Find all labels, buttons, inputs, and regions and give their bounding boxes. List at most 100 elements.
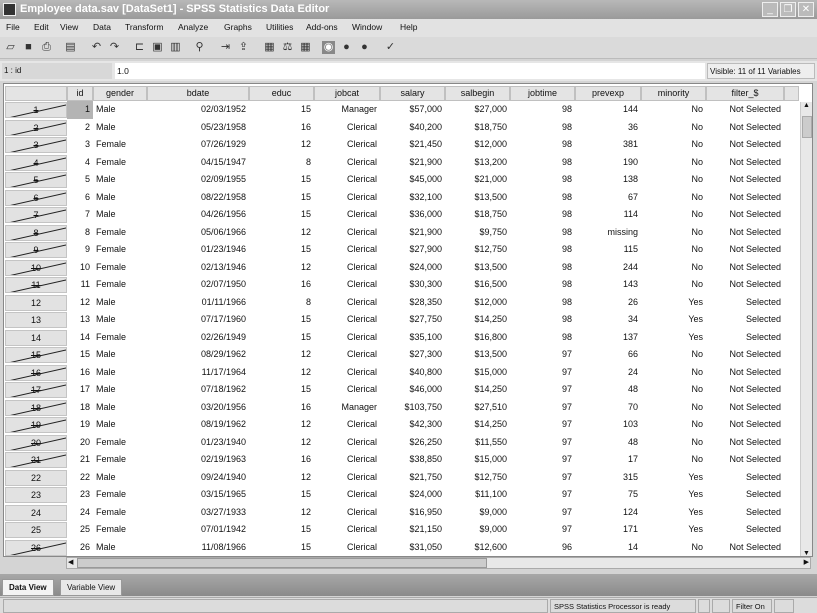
cell-minority[interactable]: Yes bbox=[641, 294, 706, 312]
cell-bdate[interactable]: 07/18/1962 bbox=[147, 381, 249, 399]
cell-filter[interactable]: Selected bbox=[706, 504, 784, 522]
weight-cases-icon[interactable]: ⚖ bbox=[281, 41, 294, 54]
use-sets-icon[interactable]: ● bbox=[340, 41, 353, 54]
row-header[interactable]: 16 bbox=[5, 364, 67, 381]
vertical-scroll-thumb[interactable] bbox=[802, 116, 812, 138]
cell-jobcat[interactable]: Clerical bbox=[314, 486, 380, 504]
cell-jobtime[interactable]: 98 bbox=[510, 101, 575, 119]
cell-id[interactable]: 1 bbox=[67, 101, 93, 119]
cell-bdate[interactable]: 02/13/1946 bbox=[147, 259, 249, 277]
cell-educ[interactable]: 12 bbox=[249, 224, 314, 242]
cell-filter[interactable]: Not Selected bbox=[706, 346, 784, 364]
column-header-filter[interactable]: filter_$ bbox=[706, 86, 784, 101]
undo-icon[interactable]: ↶ bbox=[90, 41, 103, 54]
column-header-jobcat[interactable]: jobcat bbox=[314, 86, 380, 101]
menu-view[interactable]: View bbox=[60, 22, 78, 32]
cell-filter[interactable]: Not Selected bbox=[706, 154, 784, 172]
cell-bdate[interactable]: 02/07/1950 bbox=[147, 276, 249, 294]
cell-minority[interactable]: No bbox=[641, 136, 706, 154]
horizontal-scrollbar[interactable]: ◀ ▶ bbox=[66, 557, 811, 569]
cell-jobtime[interactable]: 97 bbox=[510, 399, 575, 417]
dialog-recall-icon[interactable]: ▤ bbox=[64, 41, 77, 54]
cell-prevexp[interactable]: 70 bbox=[575, 399, 641, 417]
cell-prevexp[interactable]: 115 bbox=[575, 241, 641, 259]
vertical-scrollbar[interactable]: ▲ ▼ bbox=[800, 102, 812, 556]
cell-filter[interactable]: Not Selected bbox=[706, 224, 784, 242]
cell-gender[interactable]: Male bbox=[93, 364, 147, 382]
cell-gender[interactable]: Female bbox=[93, 224, 147, 242]
cell-gender[interactable]: Male bbox=[93, 381, 147, 399]
cell-salary[interactable]: $35,100 bbox=[380, 329, 445, 347]
column-header-bdate[interactable]: bdate bbox=[147, 86, 249, 101]
cell-educ[interactable]: 12 bbox=[249, 434, 314, 452]
cell-jobtime[interactable]: 98 bbox=[510, 259, 575, 277]
cell-salbegin[interactable]: $12,000 bbox=[445, 136, 510, 154]
cell-educ[interactable]: 15 bbox=[249, 206, 314, 224]
cell-jobtime[interactable]: 97 bbox=[510, 469, 575, 487]
cell-id[interactable]: 18 bbox=[67, 399, 93, 417]
cell-minority[interactable]: No bbox=[641, 451, 706, 469]
cell-filter[interactable]: Not Selected bbox=[706, 241, 784, 259]
cell-prevexp[interactable]: 17 bbox=[575, 451, 641, 469]
cell-filter[interactable]: Not Selected bbox=[706, 206, 784, 224]
cell-jobcat[interactable]: Manager bbox=[314, 399, 380, 417]
cell-gender[interactable]: Female bbox=[93, 136, 147, 154]
cell-jobtime[interactable]: 98 bbox=[510, 136, 575, 154]
cell-prevexp[interactable]: 124 bbox=[575, 504, 641, 522]
cell-salbegin[interactable]: $14,250 bbox=[445, 381, 510, 399]
cell-gender[interactable]: Female bbox=[93, 329, 147, 347]
cell-bdate[interactable]: 03/27/1933 bbox=[147, 504, 249, 522]
cell-filter[interactable]: Not Selected bbox=[706, 101, 784, 119]
variables-icon[interactable]: ▥ bbox=[169, 41, 182, 54]
column-header-jobtime[interactable]: jobtime bbox=[510, 86, 575, 101]
row-header[interactable]: 1 bbox=[5, 102, 67, 118]
cell-salary[interactable]: $40,200 bbox=[380, 119, 445, 137]
cell-gender[interactable]: Male bbox=[93, 171, 147, 189]
row-header[interactable]: 18 bbox=[5, 399, 67, 416]
cell-jobcat[interactable]: Clerical bbox=[314, 504, 380, 522]
row-header[interactable]: 10 bbox=[5, 259, 67, 276]
cell-jobtime[interactable]: 97 bbox=[510, 451, 575, 469]
cell-educ[interactable]: 15 bbox=[249, 486, 314, 504]
goto-variable-icon[interactable]: ▣ bbox=[151, 41, 164, 54]
insert-cases-icon[interactable]: ⇥ bbox=[219, 41, 232, 54]
cell-salary[interactable]: $24,000 bbox=[380, 259, 445, 277]
cell-gender[interactable]: Male bbox=[93, 469, 147, 487]
cell-bdate[interactable]: 05/06/1966 bbox=[147, 224, 249, 242]
cell-bdate[interactable]: 05/23/1958 bbox=[147, 119, 249, 137]
cell-id[interactable]: 21 bbox=[67, 451, 93, 469]
cell-bdate[interactable]: 08/22/1958 bbox=[147, 189, 249, 207]
cell-filter[interactable]: Not Selected bbox=[706, 399, 784, 417]
cell-educ[interactable]: 12 bbox=[249, 469, 314, 487]
cell-id[interactable]: 24 bbox=[67, 504, 93, 522]
cell-minority[interactable]: No bbox=[641, 276, 706, 294]
cell-jobcat[interactable]: Clerical bbox=[314, 294, 380, 312]
cell-salbegin[interactable]: $9,750 bbox=[445, 224, 510, 242]
cell-jobtime[interactable]: 98 bbox=[510, 119, 575, 137]
cell-id[interactable]: 10 bbox=[67, 259, 93, 277]
cell-salbegin[interactable]: $12,750 bbox=[445, 241, 510, 259]
row-header[interactable]: 13 bbox=[5, 312, 67, 329]
cell-minority[interactable]: Yes bbox=[641, 469, 706, 487]
cell-filter[interactable]: Not Selected bbox=[706, 381, 784, 399]
cell-gender[interactable]: Female bbox=[93, 504, 147, 522]
cell-jobtime[interactable]: 97 bbox=[510, 381, 575, 399]
cell-jobcat[interactable]: Clerical bbox=[314, 241, 380, 259]
row-header[interactable]: 5 bbox=[5, 172, 67, 189]
cell-jobcat[interactable]: Clerical bbox=[314, 416, 380, 434]
cell-id[interactable]: 2 bbox=[67, 119, 93, 137]
cell-jobtime[interactable]: 98 bbox=[510, 224, 575, 242]
cell-minority[interactable]: No bbox=[641, 399, 706, 417]
cell-jobcat[interactable]: Clerical bbox=[314, 539, 380, 556]
row-header[interactable]: 20 bbox=[5, 434, 67, 451]
cell-salary[interactable]: $32,100 bbox=[380, 189, 445, 207]
cell-salary[interactable]: $46,000 bbox=[380, 381, 445, 399]
cell-salary[interactable]: $21,900 bbox=[380, 224, 445, 242]
cell-jobcat[interactable]: Clerical bbox=[314, 136, 380, 154]
cell-jobtime[interactable]: 98 bbox=[510, 311, 575, 329]
cell-salary[interactable]: $21,450 bbox=[380, 136, 445, 154]
cell-prevexp[interactable]: missing bbox=[575, 224, 641, 242]
cell-gender[interactable]: Male bbox=[93, 294, 147, 312]
cell-gender[interactable]: Female bbox=[93, 276, 147, 294]
cell-jobcat[interactable]: Clerical bbox=[314, 189, 380, 207]
